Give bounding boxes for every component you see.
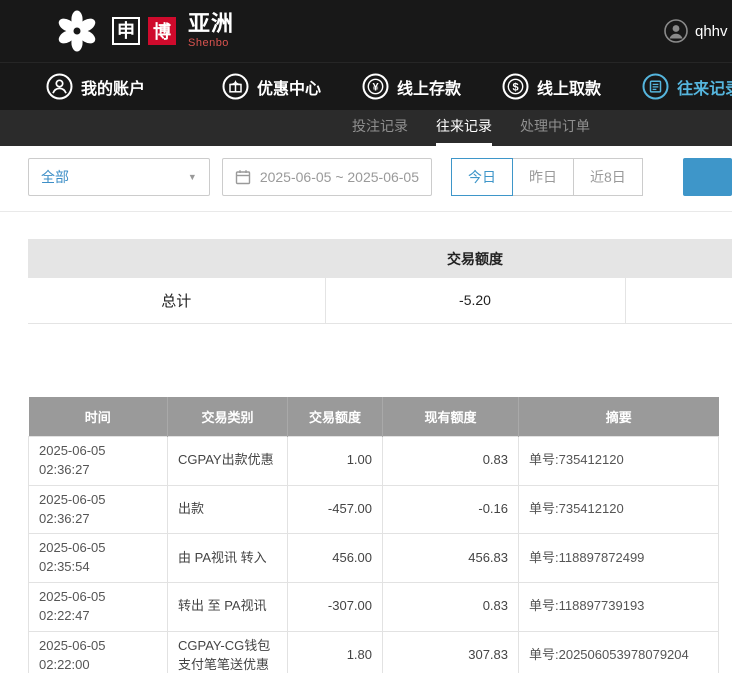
summary-header-empty [625,239,732,278]
col-header-amount: 交易额度 [288,397,383,437]
nav-item-label: 我的账户 [81,75,145,99]
summary-table: 交易额度 总计 -5.20 [28,239,732,324]
summary-header-label: 交易额度 [325,239,625,278]
promo-icon [222,73,249,100]
summary-total-row: 总计 -5.20 [28,278,732,323]
logo-region-wrap: 亚洲 Shenbo [188,13,234,49]
cell-memo: 单号:202506053978079204 [519,631,719,673]
username: qhhv [695,23,728,40]
cell-time: 2025-06-05 02:22:00 [29,631,168,673]
nav-item-label: 线上取款 [537,75,601,99]
cell-type: 转出 至 PA视讯 [168,583,288,632]
section-divider [0,211,732,212]
summary-total-value: -5.20 [325,278,625,323]
type-filter-value: 全部 [41,167,69,187]
subnav-tab-bet-records[interactable]: 投注记录 [352,110,408,146]
cell-balance: -0.16 [383,485,519,534]
cell-type: CGPAY-CG钱包支付笔笔送优惠 [168,631,288,673]
cell-amount: 1.00 [288,437,383,486]
user-icon [664,19,688,43]
logo-region: 亚洲 [188,13,234,35]
cell-amount: -307.00 [288,583,383,632]
dropdown-caret-icon: ▼ [188,172,197,182]
quick-filter-group: 今日 昨日 近8日 [452,158,643,196]
records-header-row: 时间 交易类别 交易额度 现有额度 摘要 [29,397,719,437]
deposit-icon: ¥ [362,73,389,100]
cell-memo: 单号:118897739193 [519,583,719,632]
app-header: 申 博 亚洲 Shenbo qhhv [0,0,732,62]
nav-item-deposit[interactable]: ¥ 线上存款 [362,73,461,100]
summary-header-empty [28,239,325,278]
table-row: 2025-06-05 02:22:47 转出 至 PA视讯 -307.00 0.… [29,583,719,632]
table-row: 2025-06-05 02:22:00 CGPAY-CG钱包支付笔笔送优惠 1.… [29,631,719,673]
nav-item-label: 往来记录 [677,75,732,99]
date-range-value: 2025-06-05 ~ 2025-06-05 [260,169,419,185]
summary-empty-cell [625,278,732,323]
withdraw-icon: $ [502,73,529,100]
cell-balance: 307.83 [383,631,519,673]
cell-memo: 单号:118897872499 [519,534,719,583]
sub-nav: 投注记录 往来记录 处理中订单 [0,110,732,146]
cell-amount: 1.80 [288,631,383,673]
logo[interactable]: 申 博 亚洲 Shenbo [54,8,234,54]
nav-item-withdraw[interactable]: $ 线上取款 [502,73,601,100]
quick-filter-last-8-days[interactable]: 近8日 [573,158,643,196]
logo-char-shen: 申 [112,17,140,45]
cell-balance: 0.83 [383,437,519,486]
cell-time: 2025-06-05 02:36:27 [29,437,168,486]
table-row: 2025-06-05 02:36:27 CGPAY出款优惠 1.00 0.83 … [29,437,719,486]
quick-filter-today[interactable]: 今日 [451,158,513,196]
nav-item-records[interactable]: 往来记录 [642,73,732,100]
account-icon [46,73,73,100]
cell-amount: 456.00 [288,534,383,583]
subnav-tab-transaction-records[interactable]: 往来记录 [436,110,492,146]
logo-char-bo: 博 [148,17,176,45]
calendar-icon [235,169,251,185]
cell-type: 由 PA视讯 转入 [168,534,288,583]
col-header-balance: 现有额度 [383,397,519,437]
col-header-time: 时间 [29,397,168,437]
date-range-picker[interactable]: 2025-06-05 ~ 2025-06-05 [222,158,432,196]
cell-time: 2025-06-05 02:22:47 [29,583,168,632]
quick-filter-yesterday[interactable]: 昨日 [512,158,574,196]
records-icon [642,73,669,100]
cell-time: 2025-06-05 02:35:54 [29,534,168,583]
filter-bar: 全部 ▼ 2025-06-05 ~ 2025-06-05 今日 昨日 近8日 [28,158,732,196]
cell-memo: 单号:735412120 [519,437,719,486]
table-row: 2025-06-05 02:36:27 出款 -457.00 -0.16 单号:… [29,485,719,534]
cell-type: CGPAY出款优惠 [168,437,288,486]
records-table: 时间 交易类别 交易额度 现有额度 摘要 2025-06-05 02:36:27… [28,397,719,673]
cell-type: 出款 [168,485,288,534]
cell-balance: 0.83 [383,583,519,632]
cell-balance: 456.83 [383,534,519,583]
nav-item-label: 优惠中心 [257,75,321,99]
flower-logo-icon [54,8,100,54]
col-header-memo: 摘要 [519,397,719,437]
svg-text:¥: ¥ [372,82,379,94]
cell-amount: -457.00 [288,485,383,534]
nav-item-label: 线上存款 [397,75,461,99]
main-nav: 我的账户 优惠中心 ¥ 线上存款 $ 线上取款 [0,62,732,110]
table-row: 2025-06-05 02:35:54 由 PA视讯 转入 456.00 456… [29,534,719,583]
nav-item-my-account[interactable]: 我的账户 [46,73,145,100]
type-filter-select[interactable]: 全部 ▼ [28,158,210,196]
search-button[interactable] [683,158,732,196]
subnav-tab-processing-orders[interactable]: 处理中订单 [520,110,590,146]
col-header-type: 交易类别 [168,397,288,437]
logo-subtitle: Shenbo [188,38,234,49]
summary-total-label: 总计 [28,278,325,323]
svg-text:$: $ [512,82,518,94]
cell-memo: 单号:735412120 [519,485,719,534]
cell-time: 2025-06-05 02:36:27 [29,485,168,534]
summary-header-row: 交易额度 [28,239,732,278]
user-account[interactable]: qhhv [664,19,728,43]
nav-item-promotions[interactable]: 优惠中心 [222,73,321,100]
